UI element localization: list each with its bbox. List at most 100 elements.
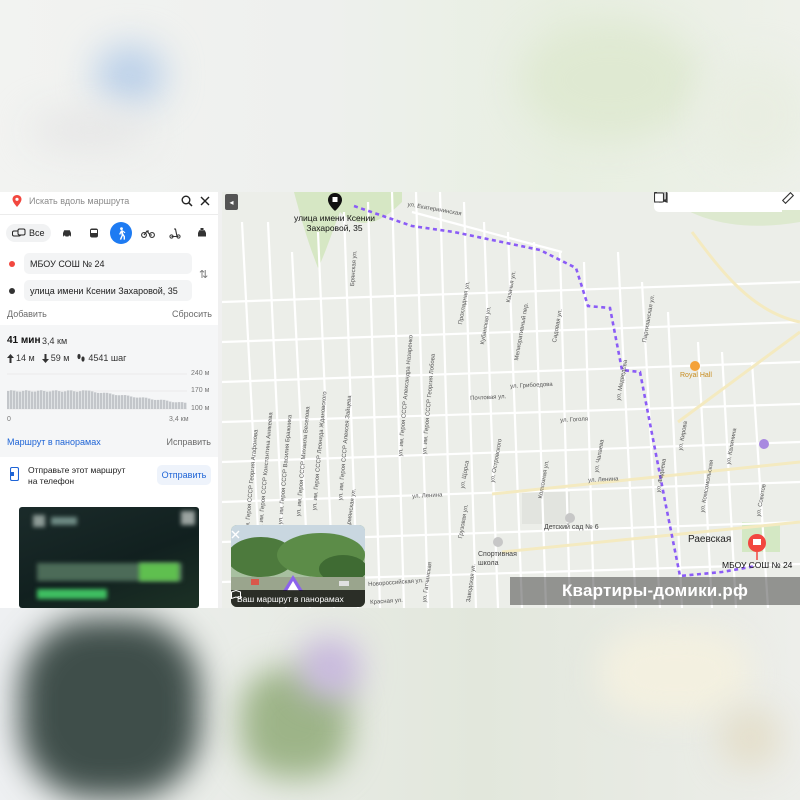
- royal-hall-label: Royal Hall: [680, 372, 712, 379]
- route-distance: 3,4 км: [42, 336, 68, 346]
- send-to-phone-card: Отправьте этот маршрут на телефон Отправи…: [0, 458, 218, 496]
- route-to-input[interactable]: улица имени Ксении Захаровой, 35: [24, 280, 192, 301]
- mode-walk-button[interactable]: [109, 222, 132, 244]
- elevation-bar: [7, 391, 10, 409]
- mode-taxi-button[interactable]: [191, 222, 213, 244]
- mode-bus-button[interactable]: [83, 222, 105, 244]
- blurred-background-top: [0, 0, 800, 192]
- ad-blur-block: [51, 517, 77, 525]
- camera-icon[interactable]: [654, 192, 725, 211]
- panorama-icon[interactable]: [654, 192, 702, 211]
- elevation-bar: [130, 396, 133, 409]
- map-view[interactable]: ◂ улица имени Ксении Захаровой, 35 МБОУ С…: [222, 192, 800, 608]
- send-text-line1: Отправьте этот маршрут: [28, 465, 126, 475]
- route-panorama-preview[interactable]: Ваш маршрут в панорамах: [231, 525, 365, 607]
- send-button[interactable]: Отправить: [157, 465, 211, 485]
- elevation-bar: [79, 391, 82, 409]
- elevation-bar: [145, 397, 148, 409]
- descent-value: 59 м: [50, 353, 70, 363]
- collapse-panel-button[interactable]: ◂: [225, 194, 238, 210]
- elevation-bar: [157, 399, 160, 409]
- royal-hall-icon[interactable]: [690, 361, 700, 371]
- distance-start-label: 0: [7, 416, 11, 423]
- elevation-bar: [181, 402, 184, 409]
- arrow-up-icon: [7, 353, 14, 363]
- elevation-bar: [55, 390, 58, 409]
- start-marker[interactable]: [748, 534, 766, 560]
- descent-stat: 59 м: [41, 353, 70, 363]
- elevation-bar: [28, 390, 31, 409]
- elevation-bar: [10, 390, 13, 409]
- panorama-caption[interactable]: Ваш маршрут в панорамах: [231, 590, 365, 607]
- elevation-bar: [109, 393, 112, 409]
- elevation-bar: [13, 390, 16, 409]
- map-layers-icon[interactable]: [654, 192, 771, 211]
- map-toolbar: [654, 192, 782, 212]
- elevation-bar: [22, 390, 25, 409]
- transport-icon[interactable]: [654, 192, 748, 211]
- mode-scooter-button[interactable]: [164, 222, 186, 244]
- steps-stat: 4541 шаг: [76, 353, 126, 363]
- app-screen: Искать вдоль маршрута Все МБОУ СОШ № 24 …: [0, 192, 800, 608]
- swap-icon[interactable]: ⇅: [199, 268, 208, 281]
- route-panorama-link[interactable]: Маршрут в панорамах: [7, 437, 101, 447]
- elevation-bar: [151, 399, 154, 409]
- kindergarten-label: Детский сад № 6: [544, 524, 599, 531]
- close-icon[interactable]: [198, 194, 212, 208]
- ascent-stat: 14 м: [7, 353, 35, 363]
- elevation-bar: [169, 401, 172, 409]
- sport-school-icon[interactable]: [493, 537, 503, 547]
- elevation-bar: [121, 395, 124, 409]
- elevation-bar: [67, 390, 70, 409]
- elevation-bar: [100, 392, 103, 409]
- route-from-field[interactable]: МБОУ СОШ № 24: [6, 253, 192, 274]
- elevation-bar: [127, 395, 130, 409]
- destination-label-line1: улица имени Ксении: [294, 213, 375, 223]
- kindergarten-icon[interactable]: [565, 513, 575, 523]
- elevation-bar: [154, 399, 157, 409]
- close-icon[interactable]: [231, 530, 240, 539]
- mode-all-button[interactable]: Все: [6, 224, 51, 242]
- blurred-background-bottom: [0, 608, 800, 800]
- panorama-caption-text: Ваш маршрут в панорамах: [237, 593, 344, 604]
- route-to-field[interactable]: улица имени Ксении Захаровой, 35: [6, 280, 192, 301]
- destination-label: улица имени Ксении Захаровой, 35: [294, 213, 375, 233]
- elevation-bar: [103, 392, 106, 409]
- search-input[interactable]: Искать вдоль маршрута: [29, 196, 176, 206]
- route-search-bar[interactable]: Искать вдоль маршрута: [6, 192, 212, 210]
- elevation-bar: [139, 397, 142, 409]
- search-icon[interactable]: [180, 194, 194, 208]
- elevation-bar: [175, 402, 178, 409]
- elevation-bar: [76, 391, 79, 409]
- elevation-bar: [136, 397, 139, 409]
- elevation-bar: [106, 392, 109, 409]
- transport-mode-selector: Все: [6, 222, 216, 244]
- mode-car-button[interactable]: [56, 222, 78, 244]
- elevation-bar: [94, 392, 97, 409]
- elevation-bar: [184, 402, 187, 409]
- building-area: [522, 492, 570, 524]
- route-summary-card[interactable]: 41 мин 3,4 км 14 м 59 м 4541 шаг 240 м 1…: [0, 325, 218, 457]
- bus-icon: [89, 228, 98, 237]
- elevation-bar: [16, 391, 19, 409]
- elevation-bar: [52, 390, 55, 409]
- destination-label-line2: Захаровой, 35: [306, 223, 363, 233]
- mode-bike-button[interactable]: [137, 222, 159, 244]
- elevation-label-low: 100 м: [191, 405, 210, 412]
- elevation-bar: [166, 400, 169, 409]
- ruler-icon[interactable]: [782, 192, 800, 210]
- route-from-input[interactable]: МБОУ СОШ № 24: [24, 253, 192, 274]
- route-time: 41 мин: [7, 335, 41, 346]
- end-dot: [9, 287, 15, 294]
- elevation-bar: [40, 390, 43, 409]
- fix-button[interactable]: Исправить: [167, 437, 211, 447]
- poi-icon[interactable]: [759, 439, 769, 449]
- ad-blur-block: [37, 589, 107, 599]
- elevation-bar: [70, 390, 73, 409]
- elevation-bar: [178, 402, 181, 409]
- reset-button[interactable]: Сбросить: [172, 309, 212, 319]
- add-point-button[interactable]: Добавить: [7, 309, 47, 319]
- advertisement-banner[interactable]: [19, 507, 199, 608]
- elevation-bar: [49, 391, 52, 409]
- route-panel: Искать вдоль маршрута Все МБОУ СОШ № 24 …: [0, 192, 219, 608]
